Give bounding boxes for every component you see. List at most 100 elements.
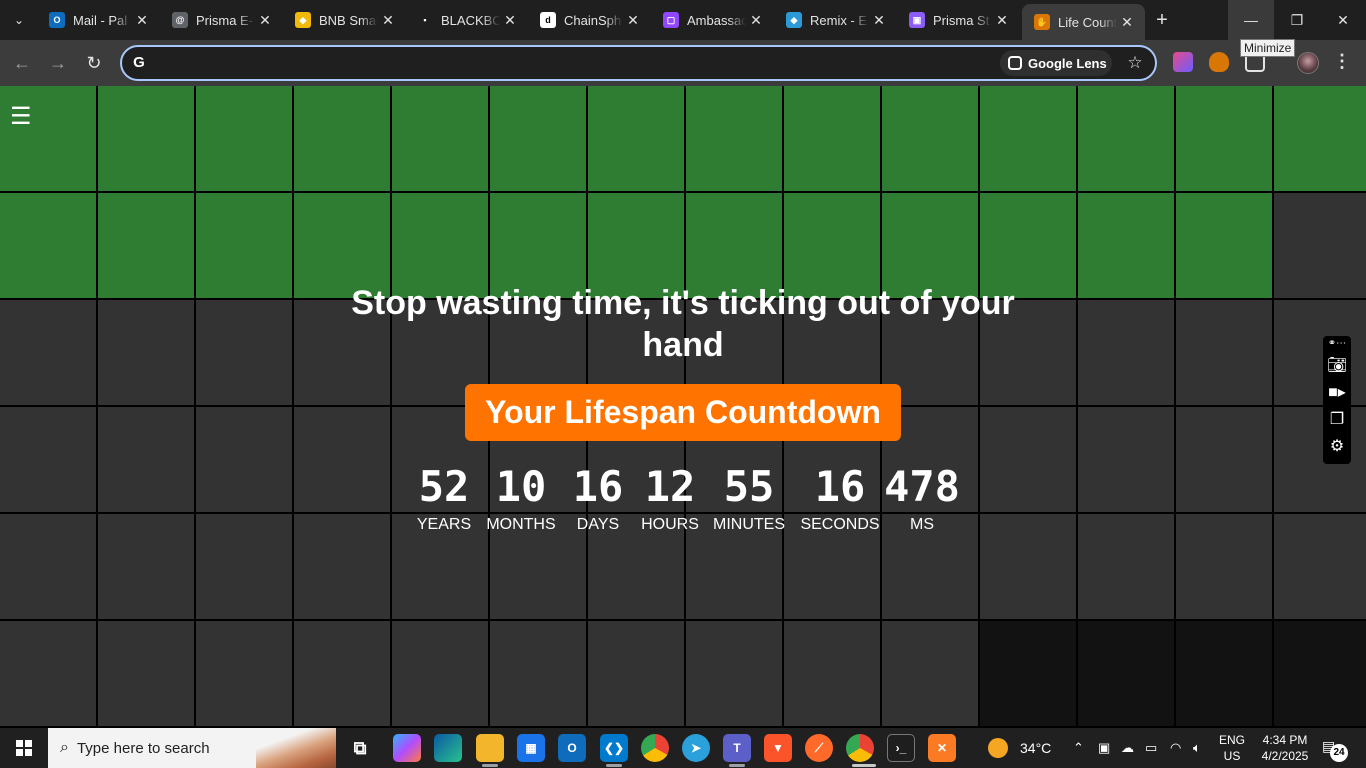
life-grid-cell <box>588 621 684 726</box>
onedrive-icon[interactable]: ☁ <box>1121 728 1134 768</box>
copilot-icon[interactable] <box>393 734 421 762</box>
show-hidden-icons-button[interactable]: ⌃ <box>1073 728 1084 768</box>
google-lens-button[interactable]: Google Lens <box>1000 50 1112 76</box>
search-highlight-image <box>256 728 336 768</box>
tab-close-icon[interactable]: ✕ <box>623 12 643 29</box>
tab-close-icon[interactable]: ✕ <box>992 12 1012 29</box>
start-button[interactable] <box>0 728 48 768</box>
xampp-icon[interactable]: ✕ <box>928 734 956 762</box>
telegram-icon[interactable]: ➤ <box>682 734 710 762</box>
taskbar-search-placeholder: Type here to search <box>76 739 210 757</box>
tab-favicon-icon: ▪ <box>417 12 433 28</box>
tab-strip: ⌄ O Mail - Pal ✕ @ Prisma E- ✕ ◆ BNB Smar ✕ ▪ BLAC… <box>0 0 1366 40</box>
address-input[interactable] <box>156 53 976 73</box>
tab-title: Mail - Pal <box>73 12 128 28</box>
language-indicator[interactable]: ENG US <box>1218 732 1246 764</box>
life-grid-cell <box>1078 300 1174 405</box>
browser-tab[interactable]: ▢ Ambassac ✕ <box>651 4 774 36</box>
life-grid-cell <box>294 86 390 191</box>
tab-close-icon[interactable]: ✕ <box>746 12 766 29</box>
browser-tab[interactable]: ✋ Life Count ✕ <box>1022 4 1145 40</box>
browser-tab[interactable]: ◆ Remix - E ✕ <box>774 4 897 36</box>
tab-favicon-icon: ◆ <box>786 12 802 28</box>
link-icon[interactable]: ⚭⋯ <box>1328 336 1346 352</box>
life-grid-cell <box>196 193 292 298</box>
back-arrow-icon: ← <box>13 52 31 73</box>
terminal-icon[interactable]: ›_ <box>887 734 915 762</box>
extension-icon[interactable] <box>1173 52 1193 72</box>
life-grid-cell <box>686 621 782 726</box>
taskbar-clock[interactable]: 4:34 PM 4/2/2025 <box>1252 732 1318 764</box>
life-grid-cell <box>1176 86 1272 191</box>
camera-icon[interactable]: 📷︎ <box>1327 352 1347 379</box>
back-button[interactable]: ← <box>9 50 35 76</box>
life-grid-cell <box>1274 621 1366 726</box>
tab-search-button[interactable]: ⌄ <box>4 6 34 34</box>
tab-title: BLACKBO <box>441 12 500 28</box>
profile-avatar[interactable] <box>1297 52 1319 74</box>
chrome-icon[interactable] <box>846 734 874 762</box>
countdown-label: MINUTES <box>713 516 785 533</box>
reload-button[interactable]: ↻ <box>81 50 107 76</box>
browser-tab[interactable]: ▪ BLACKBO ✕ <box>405 4 528 36</box>
life-grid-cell <box>1078 407 1174 512</box>
countdown-label: SECONDS <box>800 516 880 533</box>
forward-button[interactable]: → <box>45 50 71 76</box>
countdown-ms: 478 MS <box>877 464 967 534</box>
taskbar-search[interactable]: ⌕ Type here to search <box>48 728 336 768</box>
tab-close-icon[interactable]: ✕ <box>1117 14 1137 31</box>
tab-close-icon[interactable]: ✕ <box>132 12 152 29</box>
gear-icon[interactable]: ⚙ <box>1330 433 1344 460</box>
close-window-button[interactable]: ✕ <box>1320 0 1366 40</box>
hamburger-icon[interactable]: ☰ <box>10 102 32 131</box>
vscode-icon[interactable]: ❮❯ <box>600 734 628 762</box>
life-grid-cell <box>1176 621 1272 726</box>
browser-menu-button[interactable]: ⋮ <box>1332 51 1352 75</box>
browser-tab[interactable]: @ Prisma E- ✕ <box>160 4 283 36</box>
life-grid-cell <box>0 300 96 405</box>
task-view-icon[interactable]: ⧉ <box>346 734 374 762</box>
page-content: ☰ Stop wasting time, it's ticking out of… <box>0 86 1366 728</box>
tab-close-icon[interactable]: ✕ <box>869 12 889 29</box>
tab-favicon-icon: ▢ <box>663 12 679 28</box>
life-grid-cell <box>1274 514 1366 619</box>
teams-icon[interactable]: T <box>723 734 751 762</box>
life-grid-cell <box>1274 407 1366 512</box>
brave-icon[interactable]: ▼ <box>764 734 792 762</box>
browser-tab[interactable]: d ChainSph ✕ <box>528 4 651 36</box>
address-bar[interactable]: G Google Lens ☆ <box>120 45 1157 81</box>
bookmark-star-icon[interactable]: ☆ <box>1122 50 1148 76</box>
life-grid-cell <box>1078 514 1174 619</box>
volume-icon[interactable]: 🔈︎ <box>1193 728 1201 768</box>
restore-button[interactable]: ❐ <box>1274 0 1320 40</box>
postman-icon[interactable]: ⟋ <box>805 734 833 762</box>
life-grid-cell <box>98 621 194 726</box>
minimize-button[interactable]: — <box>1228 0 1274 40</box>
new-tab-button[interactable]: + <box>1150 8 1174 32</box>
life-grid-cell <box>1176 193 1272 298</box>
browser-tab[interactable]: O Mail - Pal ✕ <box>37 4 160 36</box>
browser-tab[interactable]: ▣ Prisma St ✕ <box>897 4 1020 36</box>
tab-close-icon[interactable]: ✕ <box>500 12 520 29</box>
outlook-icon[interactable]: O <box>558 734 586 762</box>
lifespan-countdown-button[interactable]: Your Lifespan Countdown <box>465 384 901 441</box>
video-icon[interactable]: ■▸ <box>1328 379 1346 406</box>
extension-icon[interactable] <box>1209 52 1229 72</box>
notification-center-button[interactable]: ▤ 24 <box>1322 738 1348 762</box>
browser-tab[interactable]: ◆ BNB Smar ✕ <box>283 4 406 36</box>
battery-icon[interactable]: ▭ <box>1145 728 1157 768</box>
file-explorer-icon[interactable] <box>476 734 504 762</box>
meet-now-icon[interactable]: ▣ <box>1098 728 1110 768</box>
weather-widget[interactable]: 34°C <box>988 728 1051 768</box>
tab-title: Prisma E- <box>196 12 254 28</box>
chrome-icon[interactable] <box>641 734 669 762</box>
wifi-icon[interactable]: ◠ <box>1170 728 1181 768</box>
edge-icon[interactable] <box>434 734 462 762</box>
life-grid-cell <box>392 621 488 726</box>
tab-favicon-icon: ◆ <box>295 12 311 28</box>
store-icon[interactable]: ▦ <box>517 734 545 762</box>
window-icon[interactable]: ❐ <box>1330 406 1344 433</box>
life-grid-cell <box>1078 86 1174 191</box>
tab-close-icon[interactable]: ✕ <box>255 12 275 29</box>
tab-close-icon[interactable]: ✕ <box>378 12 398 29</box>
